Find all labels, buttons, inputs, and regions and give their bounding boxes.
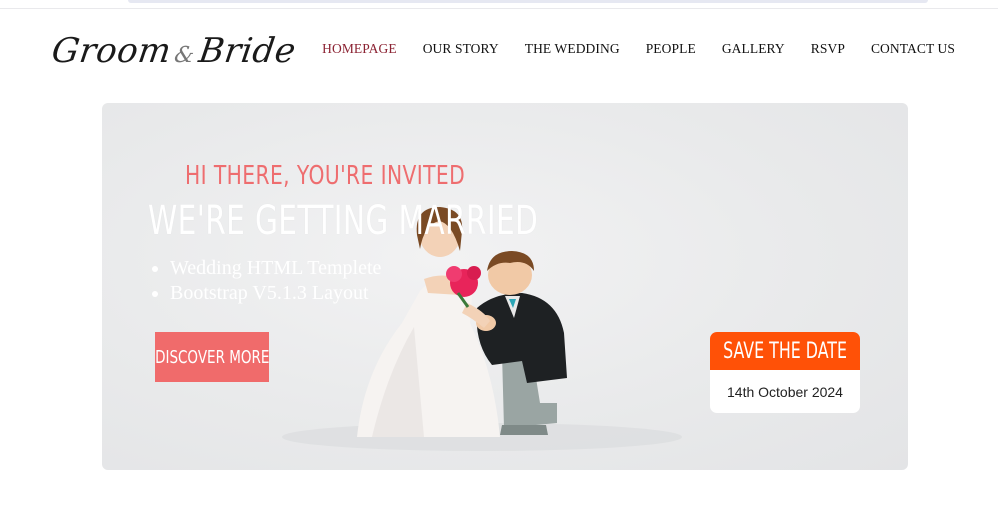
feature-item: Bootstrap V5.1.3 Layout (170, 281, 381, 306)
nav-rsvp[interactable]: RSVP (811, 41, 845, 57)
logo-groom: Groom (49, 31, 174, 71)
nav-our-story[interactable]: OUR STORY (423, 41, 499, 57)
discover-more-label: DISCOVER MORE (154, 346, 270, 368)
browser-top-strip (0, 0, 998, 9)
nav-gallery[interactable]: GALLERY (722, 41, 785, 57)
nav-contact-us[interactable]: CONTACT US (871, 41, 955, 57)
top-scroll-indicator (128, 0, 928, 3)
logo-ampersand: & (172, 43, 197, 68)
save-the-date-title: SAVE THE DATE (723, 338, 847, 364)
discover-more-button[interactable]: DISCOVER MORE (155, 332, 269, 382)
hero-banner: HI THERE, YOU'RE INVITED WE'RE GETTING M… (102, 103, 908, 470)
nav-people[interactable]: PEOPLE (646, 41, 696, 57)
feature-item: Wedding HTML Templete (170, 256, 381, 281)
site-logo[interactable]: Groom&Bride (49, 31, 298, 71)
site-header: Groom&Bride HOMEPAGE OUR STORY THE WEDDI… (0, 9, 998, 99)
hero-feature-list: Wedding HTML Templete Bootstrap V5.1.3 L… (150, 256, 381, 306)
save-the-date-header: SAVE THE DATE (710, 332, 860, 370)
wedding-date: 14th October 2024 (727, 383, 843, 400)
nav-homepage[interactable]: HOMEPAGE (322, 41, 397, 57)
logo-bride: Bride (196, 31, 299, 71)
save-the-date-card: SAVE THE DATE 14th October 2024 (710, 332, 860, 413)
hero-headline: WE'RE GETTING MARRIED (148, 198, 539, 244)
main-nav: HOMEPAGE OUR STORY THE WEDDING PEOPLE GA… (322, 41, 955, 57)
hero-greeting: HI THERE, YOU'RE INVITED (185, 161, 466, 191)
nav-the-wedding[interactable]: THE WEDDING (525, 41, 620, 57)
